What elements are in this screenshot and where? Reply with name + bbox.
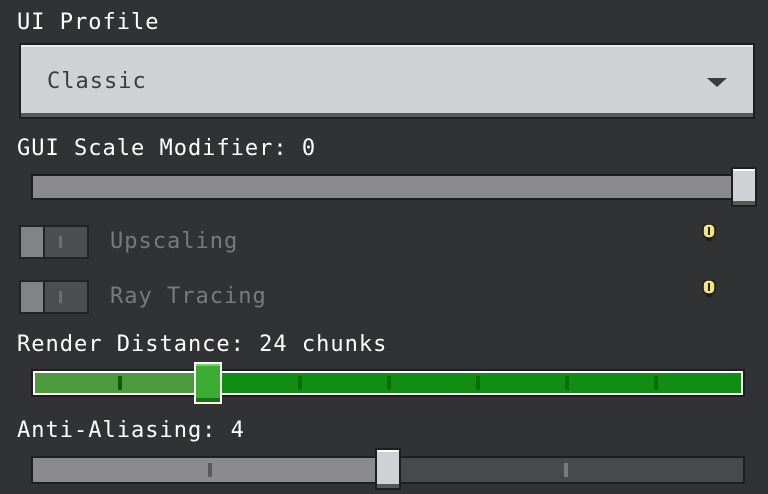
slider-tick: [654, 376, 658, 390]
ray-tracing-toggle[interactable]: [19, 280, 89, 314]
slider-tick: [565, 376, 569, 390]
toggle-off-mark: [59, 236, 62, 248]
slider-tick: [564, 463, 568, 477]
ui-profile-selected-value: Classic: [47, 69, 147, 94]
slider-tick: [298, 376, 302, 390]
upscaling-toggle[interactable]: [19, 225, 89, 259]
gui-scale-label: GUI Scale Modifier: 0: [17, 136, 317, 161]
ui-profile-label: UI Profile: [17, 10, 160, 35]
slider-tick: [208, 463, 212, 477]
render-distance-slider-track[interactable]: [31, 369, 745, 397]
ui-profile-dropdown[interactable]: Classic: [19, 43, 755, 119]
info-icon[interactable]: [702, 224, 716, 242]
chevron-down-icon: [707, 78, 727, 87]
slider-tick: [476, 376, 480, 390]
toggle-off-mark: [59, 291, 62, 303]
render-distance-slider-thumb[interactable]: [194, 362, 222, 404]
toggle-knob: [19, 225, 45, 259]
gui-scale-slider-thumb[interactable]: [731, 167, 757, 207]
ray-tracing-label: Ray Tracing: [110, 284, 267, 309]
render-distance-label: Render Distance: 24 chunks: [17, 332, 388, 357]
slider-tick: [118, 376, 122, 390]
anti-aliasing-filled-portion: [33, 458, 379, 482]
info-icon[interactable]: [702, 280, 716, 298]
anti-aliasing-label: Anti-Aliasing: 4: [17, 418, 245, 443]
gui-scale-slider-track[interactable]: [31, 174, 753, 200]
upscaling-label: Upscaling: [110, 229, 239, 254]
toggle-knob: [19, 280, 45, 314]
render-distance-filled-portion: [35, 373, 211, 393]
slider-tick: [387, 376, 391, 390]
anti-aliasing-slider-thumb[interactable]: [375, 448, 401, 490]
